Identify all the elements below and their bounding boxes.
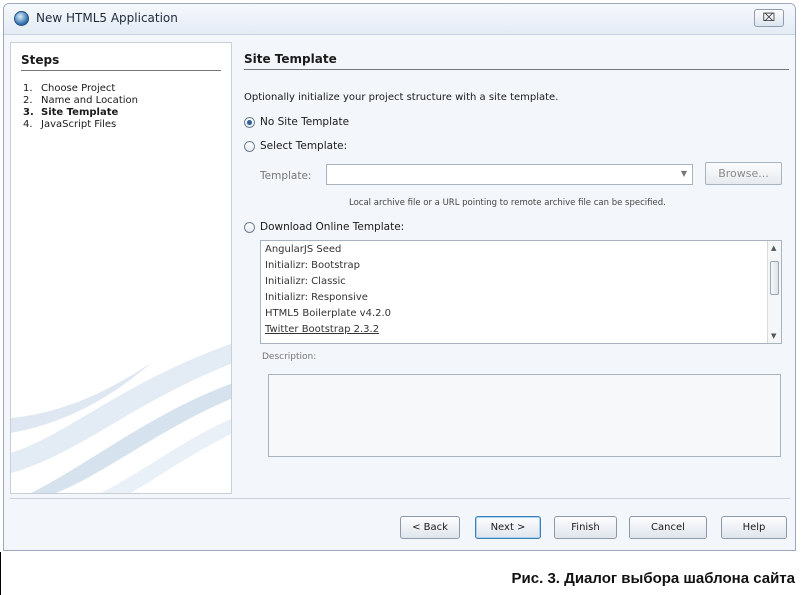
new-html5-application-dialog: New HTML5 Application ⌧ Steps 1. Choose P… [3, 3, 796, 551]
list-item[interactable]: Initializr: Classic [265, 276, 346, 288]
next-button[interactable]: Next > [475, 516, 541, 539]
list-scrollbar[interactable]: ▲ ▼ [767, 241, 781, 343]
step-number: 2. [23, 95, 33, 106]
template-combo-box[interactable]: ▼ [326, 164, 693, 185]
step-label: Name and Location [41, 95, 138, 106]
radio-button-checked[interactable] [244, 116, 255, 128]
select-template-option[interactable]: Select Template: [244, 140, 347, 152]
scroll-up-icon[interactable]: ▲ [771, 244, 776, 252]
step-label: JavaScript Files [41, 119, 117, 130]
step-label: Choose Project [41, 83, 116, 94]
intro-text: Optionally initialize your project struc… [244, 92, 559, 103]
globe-app-icon [14, 11, 29, 26]
steps-heading: Steps [21, 53, 221, 71]
browse-button[interactable]: Browse... [705, 162, 782, 185]
cancel-button[interactable]: Cancel [629, 516, 707, 539]
figure-caption: Рис. 3. Диалог выбора шаблона сайта [511, 570, 795, 587]
button-bar-divider [10, 498, 790, 499]
help-button[interactable]: Help [721, 516, 787, 539]
step-number: 3. [23, 107, 34, 118]
download-online-template-label: Download Online Template: [260, 221, 405, 233]
page-border-line [0, 552, 1, 595]
list-item[interactable]: HTML5 Boilerplate v4.2.0 [265, 308, 391, 320]
close-button[interactable]: ⌧ [754, 9, 784, 27]
steps-list: 1. Choose Project 2. Name and Location 3. S… [23, 83, 138, 131]
step-number: 4. [23, 119, 33, 130]
step-number: 1. [23, 83, 33, 94]
select-template-label: Select Template: [260, 140, 348, 152]
list-item[interactable]: Twitter Bootstrap 2.3.2 [265, 324, 379, 336]
description-box [268, 374, 781, 457]
title-bar: New HTML5 Application ⌧ [4, 4, 795, 35]
radio-button[interactable] [244, 140, 255, 152]
template-field-label: Template: [260, 170, 312, 182]
step-label: Site Template [41, 107, 119, 118]
scroll-down-icon[interactable]: ▼ [771, 332, 776, 340]
scroll-thumb[interactable] [770, 261, 779, 295]
online-templates-list[interactable]: AngularJS Seed Initializr: Bootstrap Ini… [260, 240, 782, 344]
step-name-and-location: 2. Name and Location [23, 95, 138, 107]
template-hint-text: Local archive file or a URL pointing to … [349, 198, 666, 208]
list-item[interactable]: AngularJS Seed [265, 244, 341, 256]
download-online-template-option[interactable]: Download Online Template: [244, 221, 404, 233]
step-choose-project: 1. Choose Project [23, 83, 138, 95]
description-label: Description: [262, 352, 317, 362]
list-item[interactable]: Initializr: Bootstrap [265, 260, 360, 272]
no-site-template-option[interactable]: No Site Template [244, 116, 349, 128]
decorative-swoosh-art [11, 343, 231, 493]
finish-button[interactable]: Finish [554, 516, 617, 539]
radio-button[interactable] [244, 221, 255, 233]
chevron-down-icon[interactable]: ▼ [681, 169, 687, 178]
step-site-template: 3. Site Template [23, 107, 138, 119]
back-button[interactable]: < Back [400, 516, 460, 539]
list-item[interactable]: Initializr: Responsive [265, 292, 368, 304]
no-site-template-label: No Site Template [260, 116, 350, 128]
window-title: New HTML5 Application [36, 11, 178, 25]
step-javascript-files: 4. JavaScript Files [23, 119, 138, 131]
panel-title: Site Template [244, 52, 789, 70]
steps-panel: Steps 1. Choose Project 2. Name and Locati… [10, 42, 232, 494]
